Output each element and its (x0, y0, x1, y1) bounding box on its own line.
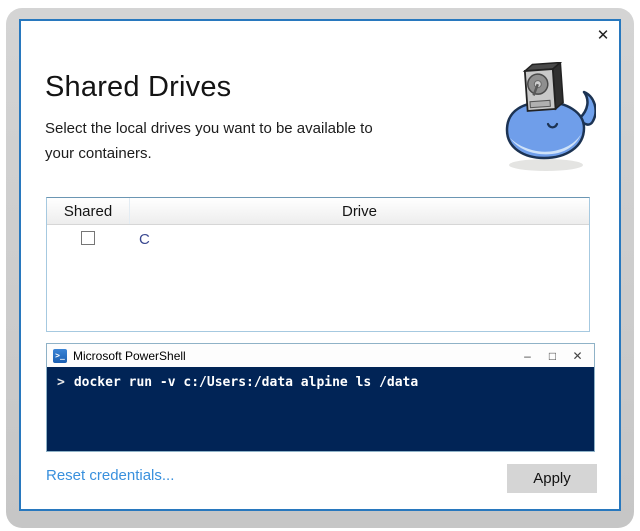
powershell-window-title: Microsoft PowerShell (73, 349, 515, 363)
powershell-icon: >_ (53, 349, 67, 363)
hard-drive-icon (524, 63, 563, 111)
apply-button[interactable]: Apply (507, 464, 597, 493)
drives-table: Shared Drive C (46, 197, 590, 332)
share-drive-checkbox[interactable] (81, 231, 95, 245)
subtitle-line-1: Select the local drives you want to be a… (45, 120, 373, 137)
table-row: C (47, 225, 589, 255)
console-prompt: > (57, 375, 65, 390)
drive-letter: C (139, 231, 150, 248)
page-subtitle: Select the local drives you want to be a… (45, 116, 373, 166)
docker-whale-icon (500, 62, 596, 174)
console-line: > docker run -v c:/Users:/data alpine ls … (57, 375, 584, 390)
reset-credentials-link[interactable]: Reset credentials... (46, 467, 174, 484)
powershell-close-icon[interactable]: ✕ (565, 345, 590, 366)
maximize-icon[interactable]: □ (540, 345, 565, 366)
minimize-icon[interactable]: – (515, 345, 540, 366)
screen: ✕ Shared Drives Select the local drives … (0, 0, 640, 531)
page-title: Shared Drives (45, 71, 231, 104)
shared-drives-dialog: ✕ Shared Drives Select the local drives … (19, 19, 621, 511)
column-header-drive: Drive (130, 198, 589, 224)
close-icon[interactable]: ✕ (593, 25, 613, 45)
powershell-titlebar: >_ Microsoft PowerShell – □ ✕ (47, 344, 594, 367)
console-command: docker run -v c:/Users:/data alpine ls /… (74, 375, 418, 390)
column-header-shared: Shared (47, 198, 130, 224)
powershell-window: >_ Microsoft PowerShell – □ ✕ > docker ru… (46, 343, 595, 452)
powershell-console[interactable]: > docker run -v c:/Users:/data alpine ls … (47, 367, 594, 451)
drives-table-header: Shared Drive (47, 198, 589, 225)
subtitle-line-2: your containers. (45, 145, 152, 162)
